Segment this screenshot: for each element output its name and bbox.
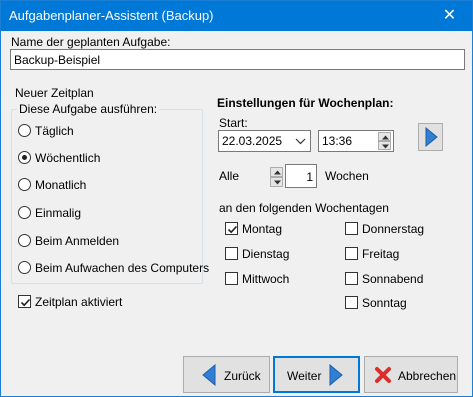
- start-date-picker[interactable]: 22.03.2025: [218, 130, 311, 152]
- weekday-label: Sonntag: [362, 296, 407, 310]
- title-bar[interactable]: Aufgabenplaner-Assistent (Backup) ✕: [1, 1, 472, 31]
- weeks-down-button[interactable]: [270, 177, 283, 187]
- radio-circle: [18, 206, 31, 219]
- weekdays-label: an den folgenden Wochentagen: [219, 201, 389, 215]
- cancel-button[interactable]: Abbrechen: [364, 356, 458, 393]
- checkbox-box: [345, 247, 358, 260]
- wizard-window: Aufgabenplaner-Assistent (Backup) ✕ Name…: [0, 0, 473, 397]
- radio-label: Monatlich: [35, 178, 87, 192]
- checkbox-box: [345, 222, 358, 235]
- arrow-down-icon: [274, 180, 281, 185]
- checkmark-icon: [20, 298, 31, 307]
- weeks-input[interactable]: 1: [285, 164, 317, 188]
- weekday-label: Mittwoch: [242, 272, 290, 286]
- weekday-label: Montag: [242, 222, 283, 236]
- task-name-value: Backup-Beispiel: [14, 53, 101, 67]
- radio-label: Täglich: [35, 124, 74, 138]
- schedule-enabled-label: Zeitplan aktiviert: [35, 295, 123, 309]
- radio-label: Beim Anmelden: [35, 234, 120, 248]
- arrow-up-icon: [382, 135, 389, 140]
- next-button-label: Weiter: [287, 369, 322, 383]
- chevron-down-icon[interactable]: [295, 135, 306, 147]
- weekday-label: Freitag: [362, 247, 400, 261]
- weekday-label: Donnerstag: [362, 222, 425, 236]
- task-name-label: Name der geplanten Aufgabe:: [11, 35, 171, 49]
- checkbox-box: [18, 295, 31, 308]
- radio-label: Beim Aufwachen des Computers: [35, 261, 210, 275]
- arrow-down-icon: [382, 144, 389, 149]
- close-icon: [375, 367, 391, 383]
- weekday-label: Dienstag: [242, 247, 290, 261]
- start-time-value: 13:36: [322, 134, 353, 148]
- back-button-label: Zurück: [224, 369, 261, 383]
- start-label: Start:: [219, 116, 248, 130]
- arrow-right-icon: [329, 364, 343, 386]
- close-icon[interactable]: ✕: [427, 1, 472, 31]
- new-schedule-label: Neuer Zeitplan: [15, 86, 94, 100]
- arrow-up-icon: [274, 170, 281, 175]
- window-title: Aufgabenplaner-Assistent (Backup): [9, 8, 214, 23]
- task-name-input[interactable]: Backup-Beispiel: [10, 49, 465, 70]
- radio-circle: [18, 124, 31, 137]
- radio-circle: [18, 261, 31, 274]
- radio-circle: [18, 151, 31, 164]
- weeks-label: Wochen: [325, 169, 369, 183]
- radio-label: Wöchentlich: [35, 151, 101, 165]
- radio-selected-dot: [22, 155, 27, 160]
- radio-circle: [18, 234, 31, 247]
- radio-circle: [18, 178, 31, 191]
- checkbox-box: [225, 222, 238, 235]
- time-up-button[interactable]: [378, 132, 391, 141]
- weeks-value: 1: [306, 170, 313, 184]
- checkbox-box: [225, 272, 238, 285]
- checkbox-box: [345, 272, 358, 285]
- arrow-left-icon: [202, 364, 216, 386]
- weekly-settings-heading: Einstellungen für Wochenplan:: [217, 96, 394, 110]
- weekday-label: Sonnabend: [362, 272, 424, 286]
- arrow-right-icon: [425, 127, 438, 147]
- checkbox-box: [345, 296, 358, 309]
- every-label: Alle: [219, 169, 240, 183]
- checkmark-icon: [227, 225, 238, 234]
- back-button[interactable]: Zurück: [183, 356, 270, 393]
- checkbox-box: [225, 247, 238, 260]
- time-down-button[interactable]: [378, 141, 391, 150]
- cancel-button-label: Abbrechen: [398, 369, 457, 383]
- next-date-button[interactable]: [418, 123, 443, 151]
- next-button[interactable]: Weiter: [273, 356, 360, 393]
- radio-label: Einmalig: [35, 206, 82, 220]
- start-date-value: 22.03.2025: [222, 134, 283, 148]
- run-task-group-title: Diese Aufgabe ausführen:: [17, 102, 160, 116]
- weeks-up-button[interactable]: [270, 167, 283, 177]
